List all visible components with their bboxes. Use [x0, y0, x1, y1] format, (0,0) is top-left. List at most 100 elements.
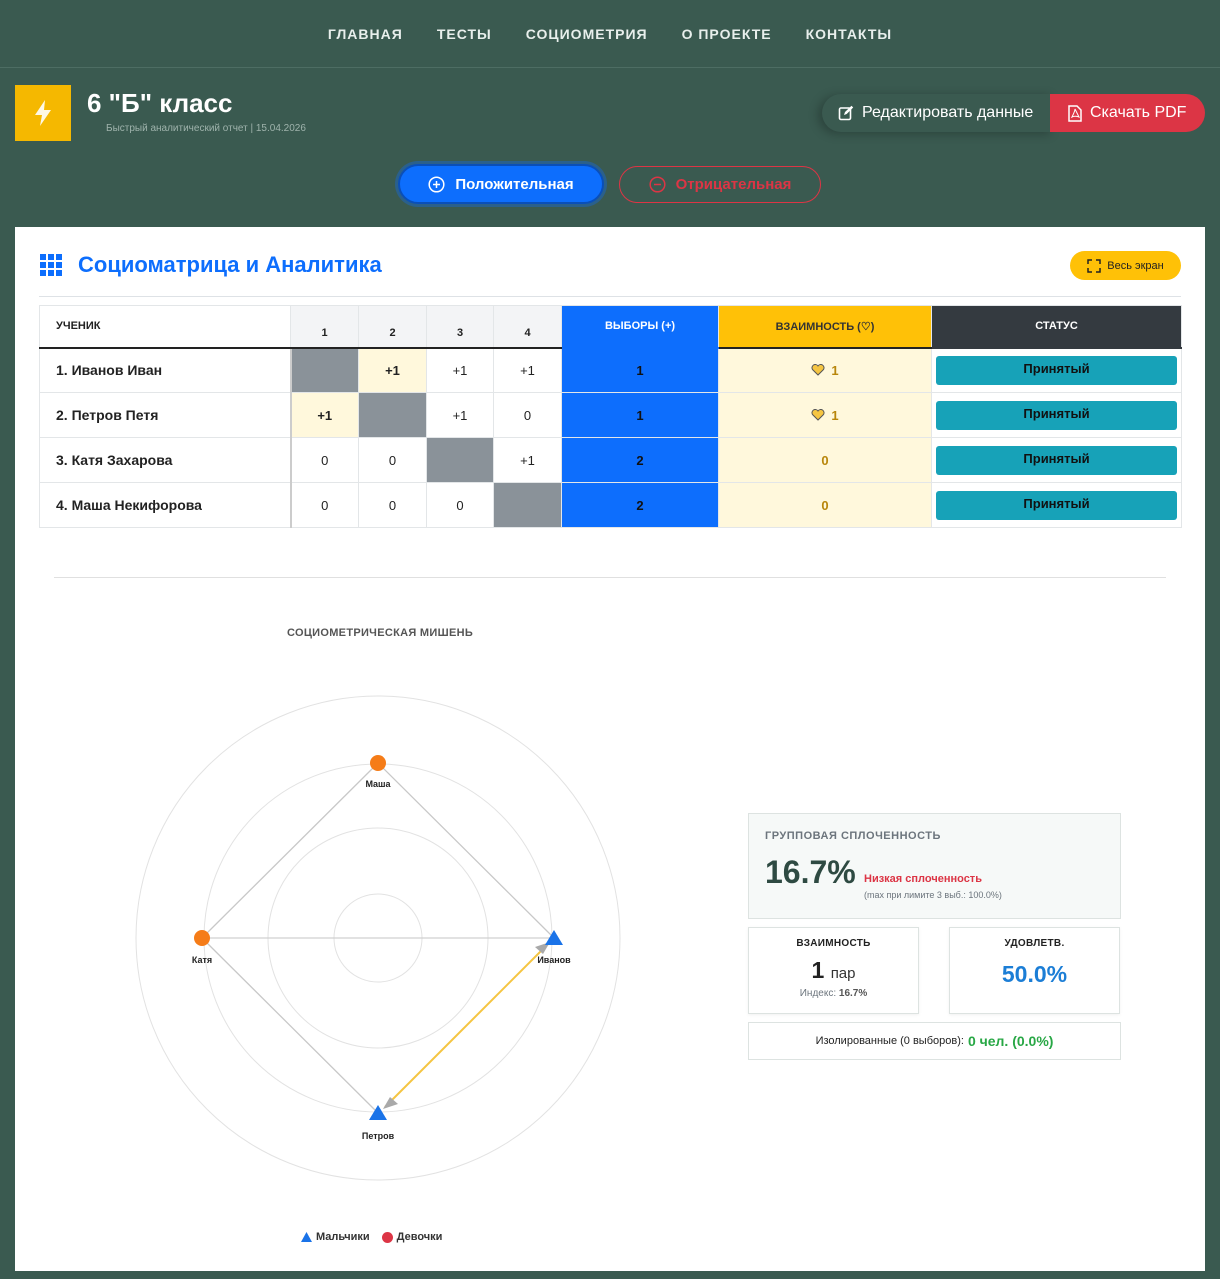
satisfaction-card: УДОВЛЕТВ. 50.0% — [949, 927, 1120, 1014]
positive-toggle-label: Положительная — [455, 175, 574, 193]
node-label-ivanov: Иванов — [537, 955, 571, 965]
arrowhead-to-petrov — [383, 1097, 398, 1109]
student-name: 3. Катя Захарова — [39, 437, 292, 483]
target-title: СОЦИОМЕТРИЧЕСКАЯ МИШЕНЬ — [287, 627, 474, 639]
self-cell — [426, 437, 494, 483]
col-header-choices: ВЫБОРЫ (+) — [561, 305, 719, 349]
node-katya[interactable] — [194, 930, 210, 946]
table-row: 3. Катя Захарова 0 0 +1 2 0 Принятый — [39, 437, 1182, 483]
nav-contacts[interactable]: КОНТАКТЫ — [806, 26, 892, 42]
minus-circle-icon — [649, 176, 666, 193]
col-header-mutual: ВЗАИМНОСТЬ (♡) — [718, 305, 932, 349]
mutual-value: 1 — [831, 362, 839, 378]
node-label-petrov: Петров — [362, 1131, 395, 1141]
status-cell: Принятый — [931, 392, 1182, 438]
status-badge: Принятый — [936, 490, 1177, 520]
mutual-count: 1 — [718, 392, 932, 438]
satisfaction-label: УДОВЛЕТВ. — [1004, 938, 1065, 949]
student-name: 4. Маша Некифорова — [39, 482, 292, 528]
col-header-student: УЧЕНИК — [39, 305, 291, 349]
negative-toggle-label: Отрицательная — [675, 176, 792, 193]
sociomatrix-table: УЧЕНИК 1 2 3 4 ВЫБОРЫ (+) ВЗАИМНОСТЬ (♡)… — [39, 305, 1182, 528]
matrix-cell: +1 — [290, 392, 359, 438]
student-name: 2. Петров Петя — [39, 392, 292, 438]
legend-girls-label: Девочки — [396, 1231, 443, 1243]
matrix-cell: +1 — [358, 347, 427, 393]
triangle-icon — [301, 1232, 312, 1242]
mutual-count: 0 — [718, 482, 932, 528]
mutual-value: 1 — [831, 407, 839, 423]
matrix-cell: +1 — [426, 392, 494, 438]
heart-icon — [811, 408, 825, 421]
positive-toggle-button[interactable]: Положительная — [398, 164, 604, 204]
plus-circle-icon — [428, 175, 445, 193]
fullscreen-button[interactable]: Весь экран — [1070, 251, 1181, 280]
matrix-cell: +1 — [493, 437, 562, 483]
edge-masha-ivanov — [377, 762, 555, 939]
cohesion-value: 16.7% — [765, 854, 856, 890]
mutual-index: Индекс: 16.7% — [749, 988, 918, 999]
edge-katya-petrov — [201, 937, 379, 1114]
mutual-pairs-number: 1 — [811, 957, 825, 983]
edit-data-label: Редактировать данные — [862, 104, 1034, 121]
legend-boys: Мальчики — [301, 1231, 370, 1243]
circle-icon — [381, 1231, 393, 1243]
col-header-1: 1 — [290, 305, 359, 349]
edge-katya-masha — [201, 762, 379, 939]
legend-boys-label: Мальчики — [316, 1231, 370, 1243]
status-cell: Принятый — [931, 437, 1182, 483]
analytics-card: Социоматрица и Аналитика Весь экран УЧЕН… — [15, 227, 1205, 1271]
top-nav: ГЛАВНАЯ ТЕСТЫ СОЦИОМЕТРИЯ О ПРОЕКТЕ КОНТ… — [0, 0, 1220, 68]
mutual-stat-value: 1 пар — [749, 957, 918, 984]
mutual-index-label: Индекс: — [799, 988, 837, 999]
grid-icon — [40, 254, 62, 276]
node-label-katya: Катя — [192, 955, 212, 965]
nav-home[interactable]: ГЛАВНАЯ — [328, 26, 403, 42]
nav-tests[interactable]: ТЕСТЫ — [437, 26, 492, 42]
self-cell — [290, 347, 359, 393]
mutual-count: 0 — [718, 437, 932, 483]
nav-sociometry[interactable]: СОЦИОМЕТРИЯ — [526, 26, 648, 42]
matrix-cell: +1 — [426, 347, 494, 393]
mutual-unit: пар — [830, 965, 856, 982]
table-row: 1. Иванов Иван +1 +1 +1 1 1 Принятый — [39, 347, 1182, 393]
section-title: Социоматрица и Аналитика — [78, 252, 382, 277]
node-masha[interactable] — [370, 755, 386, 771]
self-cell — [493, 482, 562, 528]
fullscreen-label: Весь экран — [1107, 259, 1164, 272]
isolated-card: Изолированные (0 выборов): 0 чел. (0.0%) — [748, 1022, 1121, 1060]
legend-girls: Девочки — [381, 1231, 443, 1243]
choices-count: 1 — [561, 392, 719, 438]
mutual-count: 1 — [718, 347, 932, 393]
mutual-stat-label: ВЗАИМНОСТЬ — [796, 938, 871, 949]
sociometric-target-chart: Маша Катя Иванов Петров — [135, 695, 621, 1181]
edit-icon — [838, 105, 854, 121]
isolated-value: 0 чел. (0.0%) — [967, 1033, 1054, 1049]
status-cell: Принятый — [931, 482, 1182, 528]
expand-icon — [1087, 258, 1101, 273]
negative-toggle-button[interactable]: Отрицательная — [619, 166, 821, 203]
col-header-2: 2 — [358, 305, 427, 349]
mutual-card: ВЗАИМНОСТЬ 1 пар Индекс: 16.7% — [748, 927, 919, 1014]
satisfaction-value: 50.0% — [1001, 961, 1068, 987]
table-header-row: УЧЕНИК 1 2 3 4 ВЫБОРЫ (+) ВЗАИМНОСТЬ (♡)… — [39, 305, 1182, 349]
section-divider — [39, 296, 1181, 297]
pdf-file-icon — [1068, 104, 1082, 122]
col-header-status: СТАТУС — [931, 305, 1182, 349]
cohesion-card: ГРУППОВАЯ СПЛОЧЕННОСТЬ 16.7% Низкая спло… — [748, 813, 1121, 919]
heart-icon — [811, 363, 825, 376]
table-row: 2. Петров Петя +1 +1 0 1 1 Принятый — [39, 392, 1182, 438]
self-cell — [358, 392, 427, 438]
col-header-3: 3 — [426, 305, 494, 349]
status-badge: Принятый — [936, 400, 1177, 430]
table-row: 4. Маша Некифорова 0 0 0 2 0 Принятый — [39, 482, 1182, 528]
matrix-cell: 0 — [358, 437, 427, 483]
nav-about[interactable]: О ПРОЕКТЕ — [682, 26, 772, 42]
content-divider — [54, 577, 1166, 578]
node-label-masha: Маша — [365, 779, 391, 789]
report-subtitle: Быстрый аналитический отчет | 15.04.2026 — [106, 123, 306, 134]
edit-data-button[interactable]: Редактировать данные — [822, 94, 1054, 132]
lightning-icon — [35, 100, 51, 126]
cohesion-verdict: Низкая сплоченность — [864, 873, 982, 885]
download-pdf-button[interactable]: Скачать PDF — [1050, 94, 1205, 132]
